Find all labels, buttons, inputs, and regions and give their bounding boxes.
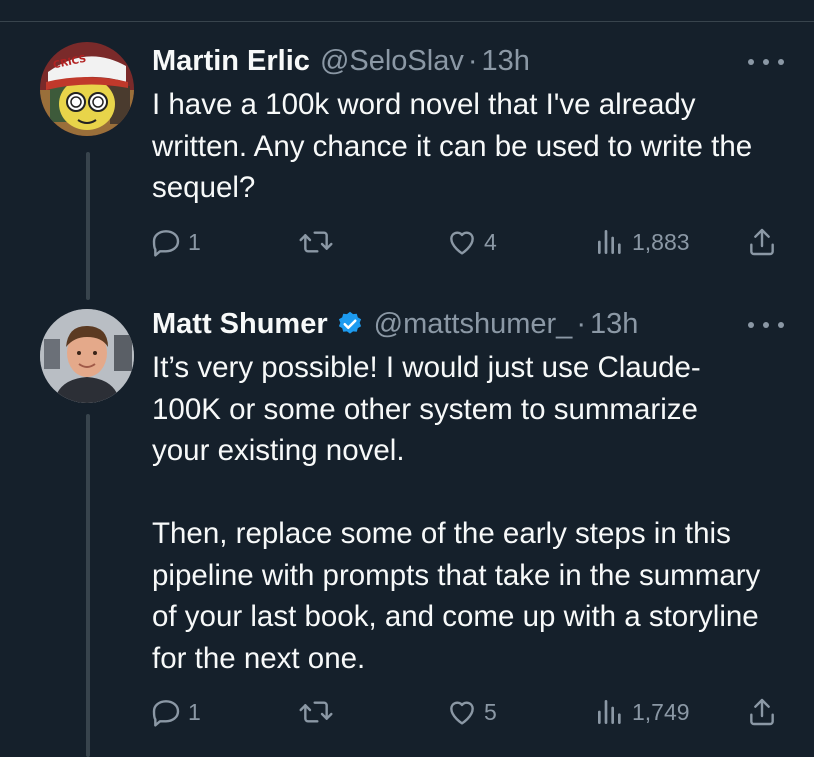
- reply-icon: [152, 230, 180, 257]
- conversation-thread: CRICS Martin Erlic @SeloSlav · 13h I hav…: [0, 0, 814, 757]
- thread-connector-line: [86, 152, 90, 300]
- tweet-text: I have a 100k word novel that I've alrea…: [152, 88, 753, 204]
- separator-dot: ·: [467, 44, 478, 77]
- tweet-actions: 1 4 1,883: [150, 222, 790, 262]
- timestamp[interactable]: 13h: [482, 45, 530, 78]
- like-icon: [450, 231, 474, 255]
- share-icon: [750, 228, 774, 256]
- timestamp[interactable]: 13h: [590, 308, 638, 341]
- reply-count: 1: [188, 228, 201, 255]
- display-name[interactable]: Martin Erlic: [152, 45, 310, 78]
- tweet-header: Martin Erlic @SeloSlav · 13h: [152, 43, 530, 79]
- retweet-icon: [299, 231, 333, 253]
- like-icon: [450, 701, 474, 725]
- share-button[interactable]: [746, 692, 778, 732]
- share-icon: [750, 698, 774, 726]
- avatar[interactable]: CRICS: [40, 42, 134, 136]
- more-icon[interactable]: [748, 50, 784, 74]
- tweet-header: Matt Shumer @mattshumer_ · 13h: [152, 306, 638, 342]
- view-count: 1,749: [632, 698, 690, 725]
- reply-button[interactable]: 1: [150, 222, 201, 262]
- views-button[interactable]: 1,749: [594, 692, 690, 732]
- avatar-image: [40, 42, 134, 136]
- user-handle[interactable]: @mattshumer_: [374, 308, 573, 341]
- thread-connector-line: [86, 414, 90, 757]
- like-button[interactable]: 4: [446, 222, 497, 262]
- retweet-button[interactable]: [298, 222, 334, 262]
- like-button[interactable]: 5: [446, 692, 497, 732]
- like-count: 4: [484, 228, 497, 255]
- top-divider: [0, 21, 814, 22]
- retweet-button[interactable]: [298, 692, 334, 732]
- display-name[interactable]: Matt Shumer: [152, 308, 328, 341]
- user-handle[interactable]: @SeloSlav: [320, 45, 464, 78]
- avatar[interactable]: [40, 309, 134, 403]
- verified-badge-icon[interactable]: [336, 310, 364, 338]
- separator-dot: ·: [576, 307, 586, 340]
- share-button[interactable]: [746, 222, 778, 262]
- retweet-icon: [299, 701, 333, 723]
- more-icon[interactable]: [748, 313, 784, 337]
- tweet-text: It’s very possible! I would just use Cla…: [152, 351, 761, 675]
- views-button[interactable]: 1,883: [594, 222, 690, 262]
- avatar-image: [40, 309, 134, 403]
- reply-count: 1: [188, 698, 201, 725]
- reply-button[interactable]: 1: [150, 692, 201, 732]
- reply-icon: [152, 700, 180, 727]
- views-icon: [598, 700, 621, 724]
- view-count: 1,883: [632, 228, 690, 255]
- tweet-actions: 1 5 1,749: [150, 692, 790, 732]
- views-icon: [598, 230, 621, 254]
- like-count: 5: [484, 698, 497, 725]
